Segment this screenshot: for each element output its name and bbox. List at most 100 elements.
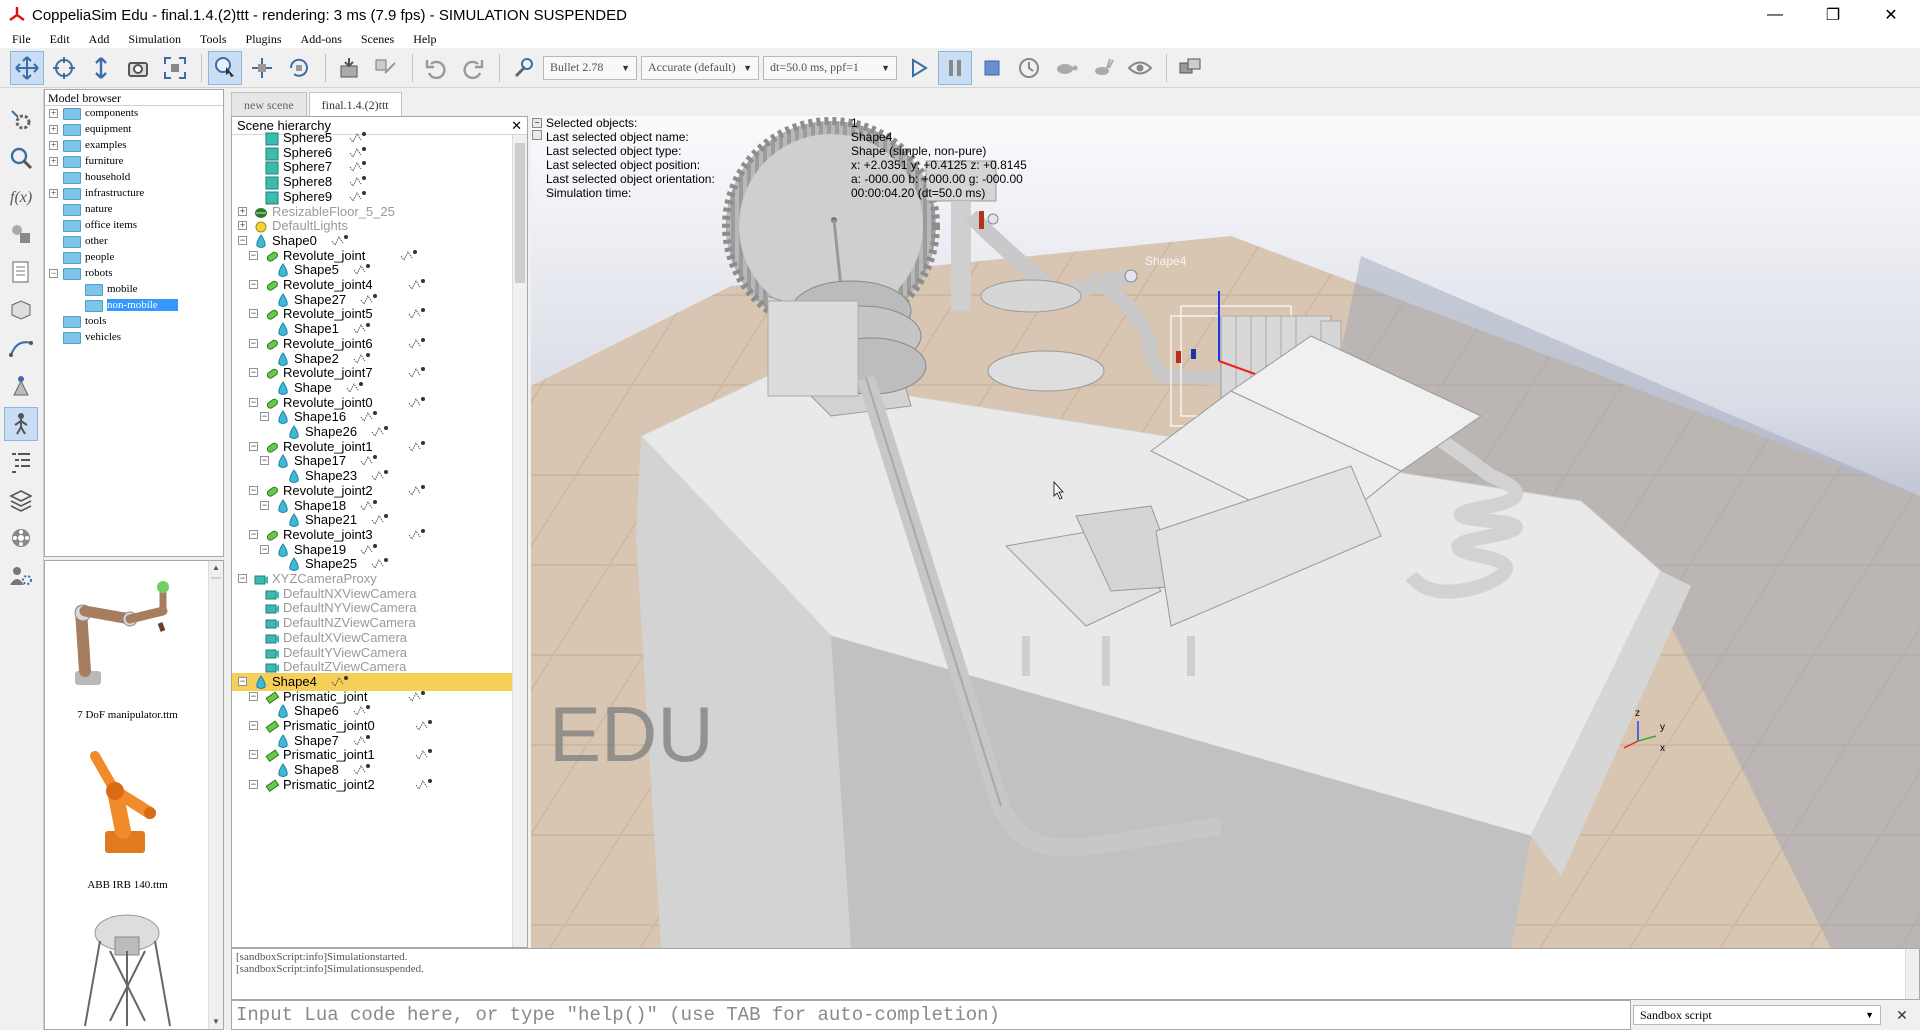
menu-tools[interactable]: Tools [188, 32, 234, 47]
minimize-button[interactable]: — [1746, 0, 1804, 30]
simulation-settings-button[interactable] [4, 103, 38, 137]
collapse-icon[interactable]: − [260, 500, 269, 510]
scroll-down-icon[interactable]: ▼ [209, 1015, 223, 1029]
scene-object-row[interactable]: − Prismatic_joint2 [232, 776, 512, 794]
menu-edit[interactable]: Edit [38, 32, 77, 47]
model-folder-examples[interactable]: + examples [45, 138, 223, 154]
model-thumbnail-7dof[interactable]: 7 DoF manipulator.ttm [45, 561, 210, 731]
model-folder-components[interactable]: + components [45, 106, 223, 122]
model-thumbnails-scrollbar[interactable]: ▲ ▼ [208, 561, 223, 1029]
lua-command-input[interactable]: Input Lua code here, or type "help()" (u… [231, 1000, 1631, 1030]
model-folder-people[interactable]: people [45, 250, 223, 266]
physics-engine-select[interactable]: Bullet 2.78 ▼ [543, 55, 637, 80]
model-folder-mobile[interactable]: mobile [45, 282, 223, 298]
visualization-toggle-button[interactable] [1123, 51, 1157, 85]
model-folder-non-mobile[interactable]: non-mobile [45, 298, 223, 314]
model-folder-infrastructure[interactable]: + infrastructure [45, 186, 223, 202]
calculation-modules-button[interactable]: f(x) [4, 179, 38, 213]
selection-dialog-button[interactable] [4, 141, 38, 175]
assemble-button[interactable] [332, 51, 366, 85]
graphs-button[interactable] [4, 369, 38, 403]
scroll-up-icon[interactable]: ▲ [209, 561, 223, 575]
menu-scenes[interactable]: Scenes [349, 32, 401, 47]
script-target-select[interactable]: Sandbox script ▼ [1633, 1005, 1881, 1025]
speed-up-button[interactable] [1086, 51, 1120, 85]
collapse-icon[interactable]: − [249, 691, 258, 701]
tab-new-scene[interactable]: new scene [231, 92, 307, 116]
close-window-button[interactable]: ✕ [1862, 0, 1920, 30]
video-recorder-button[interactable] [4, 521, 38, 555]
scene-hierarchy-scrollbar[interactable] [512, 135, 527, 947]
camera-shift-button[interactable] [84, 51, 118, 85]
collapse-icon[interactable]: − [249, 338, 258, 348]
realtime-mode-button[interactable] [1012, 51, 1046, 85]
expand-icon[interactable]: + [49, 109, 58, 118]
expand-icon[interactable]: + [49, 189, 58, 198]
collapse-icon[interactable]: − [249, 750, 258, 760]
expand-icon[interactable]: + [238, 221, 247, 231]
user-settings-button[interactable] [4, 559, 38, 593]
collapse-icon[interactable]: − [260, 412, 269, 422]
info-toggle[interactable] [532, 130, 542, 140]
model-folder-tools[interactable]: tools [45, 314, 223, 330]
click-select-button[interactable] [208, 50, 242, 85]
page-selector-button[interactable] [1173, 51, 1207, 85]
path-edit-button[interactable] [4, 331, 38, 365]
model-thumbnail-abb-irb140[interactable]: ABB IRB 140.ttm [45, 731, 210, 901]
collapse-icon[interactable]: − [249, 529, 258, 539]
collapse-icon[interactable]: − [260, 456, 269, 466]
stop-simulation-button[interactable] [975, 51, 1009, 85]
console-scrollbar[interactable] [1905, 949, 1919, 999]
start-simulation-button[interactable] [901, 51, 935, 85]
restore-button[interactable]: ❐ [1804, 0, 1862, 30]
scene-hierarchy-toggle-button[interactable] [4, 445, 38, 479]
tab-final-scene[interactable]: final.1.4.(2)ttt [308, 92, 402, 116]
undo-button[interactable] [419, 51, 453, 85]
collections-button[interactable] [4, 217, 38, 251]
fit-to-view-button[interactable] [158, 51, 192, 85]
menu-plugins[interactable]: Plugins [234, 32, 289, 47]
menu-addons[interactable]: Add-ons [289, 32, 349, 47]
model-thumbnail-delta-robot[interactable] [45, 901, 210, 1029]
scrollbar-thumb[interactable] [515, 143, 525, 283]
model-folder-furniture[interactable]: + furniture [45, 154, 223, 170]
collapse-icon[interactable]: − [260, 544, 269, 554]
redo-button[interactable] [456, 51, 490, 85]
dynamics-toggle-button[interactable] [506, 51, 540, 85]
slow-down-button[interactable] [1049, 51, 1083, 85]
object-rotate-button[interactable] [282, 51, 316, 85]
collapse-icon[interactable]: − [249, 368, 258, 378]
collapse-icon[interactable]: − [249, 721, 258, 730]
collapse-icon[interactable]: − [249, 441, 258, 451]
collapse-icon[interactable]: − [249, 485, 258, 495]
expand-icon[interactable]: + [49, 141, 58, 150]
collapse-icon[interactable]: − [238, 676, 247, 686]
camera-pan-button[interactable] [10, 50, 44, 85]
shape-edit-button[interactable] [4, 293, 38, 327]
close-icon[interactable]: ✕ [511, 117, 522, 135]
model-folder-vehicles[interactable]: vehicles [45, 330, 223, 346]
collapse-icon[interactable]: − [238, 574, 247, 583]
accuracy-select[interactable]: Accurate (default) ▼ [641, 55, 759, 80]
menu-simulation[interactable]: Simulation [116, 32, 188, 47]
expand-icon[interactable]: + [238, 206, 247, 216]
pause-simulation-button[interactable] [938, 50, 972, 85]
3d-viewport[interactable]: Shape4 EDU z y x [531, 116, 1920, 948]
menu-file[interactable]: File [0, 32, 38, 47]
menu-add[interactable]: Add [77, 32, 117, 47]
kinematics-button[interactable] [4, 407, 38, 441]
transfer-dna-button[interactable] [369, 51, 403, 85]
collapse-icon[interactable]: − [249, 397, 258, 407]
model-folder-household[interactable]: household [45, 170, 223, 186]
script-icon[interactable] [414, 778, 434, 792]
model-folder-equipment[interactable]: + equipment [45, 122, 223, 138]
layers-button[interactable] [4, 483, 38, 517]
collapse-icon[interactable]: − [249, 280, 258, 289]
expand-icon[interactable]: + [49, 125, 58, 134]
model-folder-robots[interactable]: − robots [45, 266, 223, 282]
timestep-select[interactable]: dt=50.0 ms, ppf=1 ▼ [763, 55, 897, 80]
model-folder-office-items[interactable]: office items [45, 218, 223, 234]
collapse-icon[interactable]: − [238, 235, 247, 245]
collapse-icon[interactable]: − [249, 250, 258, 260]
collapse-icon[interactable]: − [49, 269, 58, 278]
